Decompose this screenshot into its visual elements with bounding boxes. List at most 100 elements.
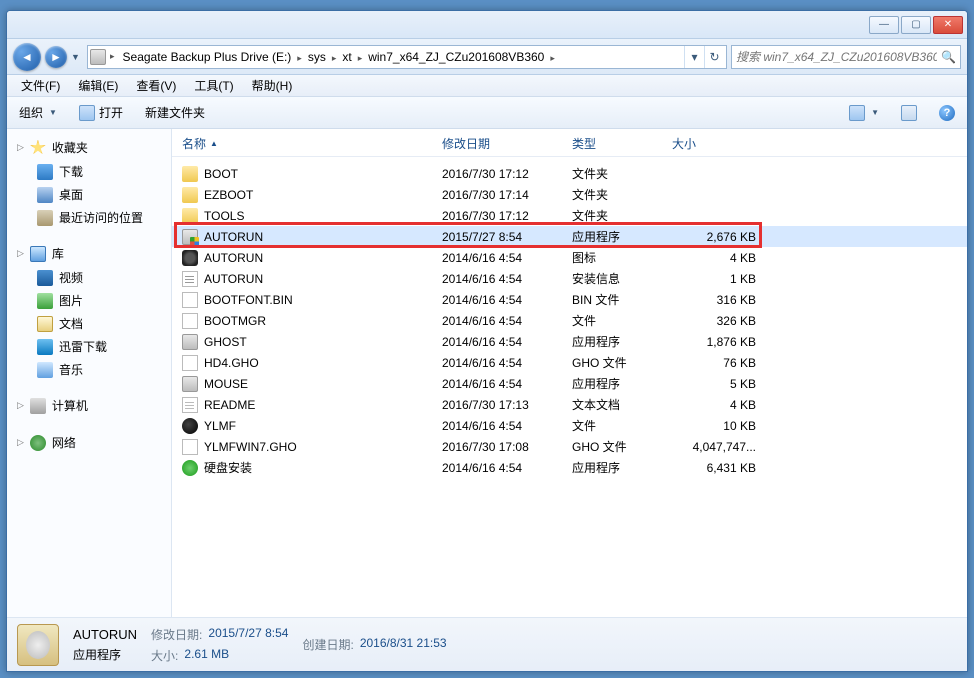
file-row[interactable]: TOOLS 2016/7/30 17:12 文件夹	[172, 205, 967, 226]
sidebar-item[interactable]: 文档	[7, 312, 171, 335]
file-size: 326 KB	[672, 314, 762, 328]
back-button[interactable]: ◄	[13, 43, 41, 71]
file-row[interactable]: YLMF 2014/6/16 4:54 文件 10 KB	[172, 415, 967, 436]
refresh-button[interactable]: ↻	[704, 46, 724, 68]
file-list[interactable]: BOOT 2016/7/30 17:12 文件夹 EZBOOT 2016/7/3…	[172, 157, 967, 617]
open-button[interactable]: 打开	[73, 100, 129, 125]
column-headers: 名称▲ 修改日期 类型 大小	[172, 129, 967, 157]
maximize-button[interactable]: ▢	[901, 16, 931, 34]
file-type: 应用程序	[572, 333, 672, 350]
file-row[interactable]: EZBOOT 2016/7/30 17:14 文件夹	[172, 184, 967, 205]
sidebar-item[interactable]: 下载	[7, 160, 171, 183]
titlebar: — ▢ ✕	[7, 11, 967, 39]
file-size: 2,676 KB	[672, 230, 762, 244]
sidebar-item-label: 图片	[59, 292, 83, 309]
address-bar[interactable]: ▸ Seagate Backup Plus Drive (E:)▸sys▸xt▸…	[87, 45, 727, 69]
file-row[interactable]: README 2016/7/30 17:13 文本文档 4 KB	[172, 394, 967, 415]
file-row[interactable]: BOOT 2016/7/30 17:12 文件夹	[172, 163, 967, 184]
search-input[interactable]	[736, 50, 937, 64]
file-date: 2014/6/16 4:54	[442, 356, 572, 370]
menu-edit[interactable]: 编辑(E)	[70, 75, 126, 96]
address-dropdown[interactable]: ▾	[684, 46, 704, 68]
file-size: 6,431 KB	[672, 461, 762, 475]
file-row[interactable]: 硬盘安装 2014/6/16 4:54 应用程序 6,431 KB	[172, 457, 967, 478]
sidebar-item[interactable]: 迅雷下载	[7, 335, 171, 358]
breadcrumb-segment[interactable]: Seagate Backup Plus Drive (E:)	[119, 48, 296, 66]
file-row[interactable]: YLMFWIN7.GHO 2016/7/30 17:08 GHO 文件 4,04…	[172, 436, 967, 457]
drive-icon	[90, 49, 106, 65]
file-date: 2016/7/30 17:14	[442, 188, 572, 202]
file-icon	[182, 208, 198, 224]
sidebar-favorites[interactable]: ▷ 收藏夹	[7, 135, 171, 160]
sidebar-libraries[interactable]: ▷ 库	[7, 241, 171, 266]
col-size[interactable]: 大小	[672, 135, 762, 152]
col-name[interactable]: 名称▲	[182, 135, 442, 152]
new-folder-button[interactable]: 新建文件夹	[139, 100, 211, 125]
sidebar-item[interactable]: 音乐	[7, 358, 171, 381]
breadcrumb-arrow[interactable]: ▸	[548, 53, 557, 63]
file-date: 2014/6/16 4:54	[442, 272, 572, 286]
breadcrumb-arrow[interactable]: ▸	[295, 53, 304, 63]
details-name: AUTORUN	[73, 627, 137, 642]
sidebar-network[interactable]: ▷ 网络	[7, 430, 171, 455]
sidebar-item[interactable]: 最近访问的位置	[7, 206, 171, 229]
file-name: 硬盘安装	[204, 459, 252, 476]
file-row[interactable]: BOOTMGR 2014/6/16 4:54 文件 326 KB	[172, 310, 967, 331]
preview-pane-button[interactable]	[895, 101, 923, 125]
breadcrumb-segment[interactable]: xt	[338, 48, 355, 66]
minimize-button[interactable]: —	[869, 16, 899, 34]
file-date: 2016/7/30 17:13	[442, 398, 572, 412]
sidebar-item-label: 视频	[59, 269, 83, 286]
menu-help[interactable]: 帮助(H)	[244, 75, 301, 96]
file-size: 4 KB	[672, 251, 762, 265]
close-button[interactable]: ✕	[933, 16, 963, 34]
search-icon[interactable]: 🔍	[941, 50, 956, 64]
file-date: 2015/7/27 8:54	[442, 230, 572, 244]
col-modified[interactable]: 修改日期	[442, 135, 572, 152]
breadcrumb-segment[interactable]: sys	[304, 48, 330, 66]
star-icon	[30, 140, 46, 156]
breadcrumb-arrow[interactable]: ▸	[108, 51, 117, 62]
file-row[interactable]: AUTORUN 2014/6/16 4:54 图标 4 KB	[172, 247, 967, 268]
sidebar-item-icon	[37, 362, 53, 378]
col-type[interactable]: 类型	[572, 135, 672, 152]
breadcrumb-segment[interactable]: win7_x64_ZJ_CZu201608VB360	[364, 48, 548, 66]
help-button[interactable]: ?	[933, 101, 961, 125]
file-row[interactable]: GHOST 2014/6/16 4:54 应用程序 1,876 KB	[172, 331, 967, 352]
details-size-value: 2.61 MB	[184, 647, 229, 664]
nav-history-dropdown[interactable]: ▼	[71, 52, 83, 62]
content-area: ▷ 收藏夹 下载桌面最近访问的位置 ▷ 库 视频图片文档迅雷下载音乐 ▷	[7, 129, 967, 617]
file-row[interactable]: AUTORUN 2015/7/27 8:54 应用程序 2,676 KB	[172, 226, 967, 247]
file-row[interactable]: HD4.GHO 2014/6/16 4:54 GHO 文件 76 KB	[172, 352, 967, 373]
sidebar-item[interactable]: 视频	[7, 266, 171, 289]
sidebar-item[interactable]: 图片	[7, 289, 171, 312]
file-row[interactable]: MOUSE 2014/6/16 4:54 应用程序 5 KB	[172, 373, 967, 394]
sidebar-computer[interactable]: ▷ 计算机	[7, 393, 171, 418]
menu-file[interactable]: 文件(F)	[13, 75, 68, 96]
sidebar-item[interactable]: 桌面	[7, 183, 171, 206]
file-date: 2016/7/30 17:08	[442, 440, 572, 454]
open-icon	[79, 105, 95, 121]
menu-tools[interactable]: 工具(T)	[186, 75, 241, 96]
file-name: AUTORUN	[204, 251, 263, 265]
file-name: BOOTFONT.BIN	[204, 293, 293, 307]
sidebar-item-icon	[37, 164, 53, 180]
search-box[interactable]: 🔍	[731, 45, 961, 69]
views-button[interactable]: ▼	[843, 101, 885, 125]
file-name: YLMF	[204, 419, 236, 433]
breadcrumb-arrow[interactable]: ▸	[356, 53, 365, 63]
sidebar-item-icon	[37, 339, 53, 355]
explorer-window: — ▢ ✕ ◄ ► ▼ ▸ Seagate Backup Plus Drive …	[6, 10, 968, 672]
file-size: 4,047,747...	[672, 440, 762, 454]
file-row[interactable]: BOOTFONT.BIN 2014/6/16 4:54 BIN 文件 316 K…	[172, 289, 967, 310]
file-type: GHO 文件	[572, 354, 672, 371]
forward-button[interactable]: ►	[45, 46, 67, 68]
organize-button[interactable]: 组织▼	[13, 100, 63, 125]
menu-view[interactable]: 查看(V)	[128, 75, 184, 96]
file-row[interactable]: AUTORUN 2014/6/16 4:54 安装信息 1 KB	[172, 268, 967, 289]
file-size: 1 KB	[672, 272, 762, 286]
file-date: 2016/7/30 17:12	[442, 167, 572, 181]
sidebar-item-label: 最近访问的位置	[59, 209, 143, 226]
file-type: 应用程序	[572, 228, 672, 245]
file-size: 316 KB	[672, 293, 762, 307]
